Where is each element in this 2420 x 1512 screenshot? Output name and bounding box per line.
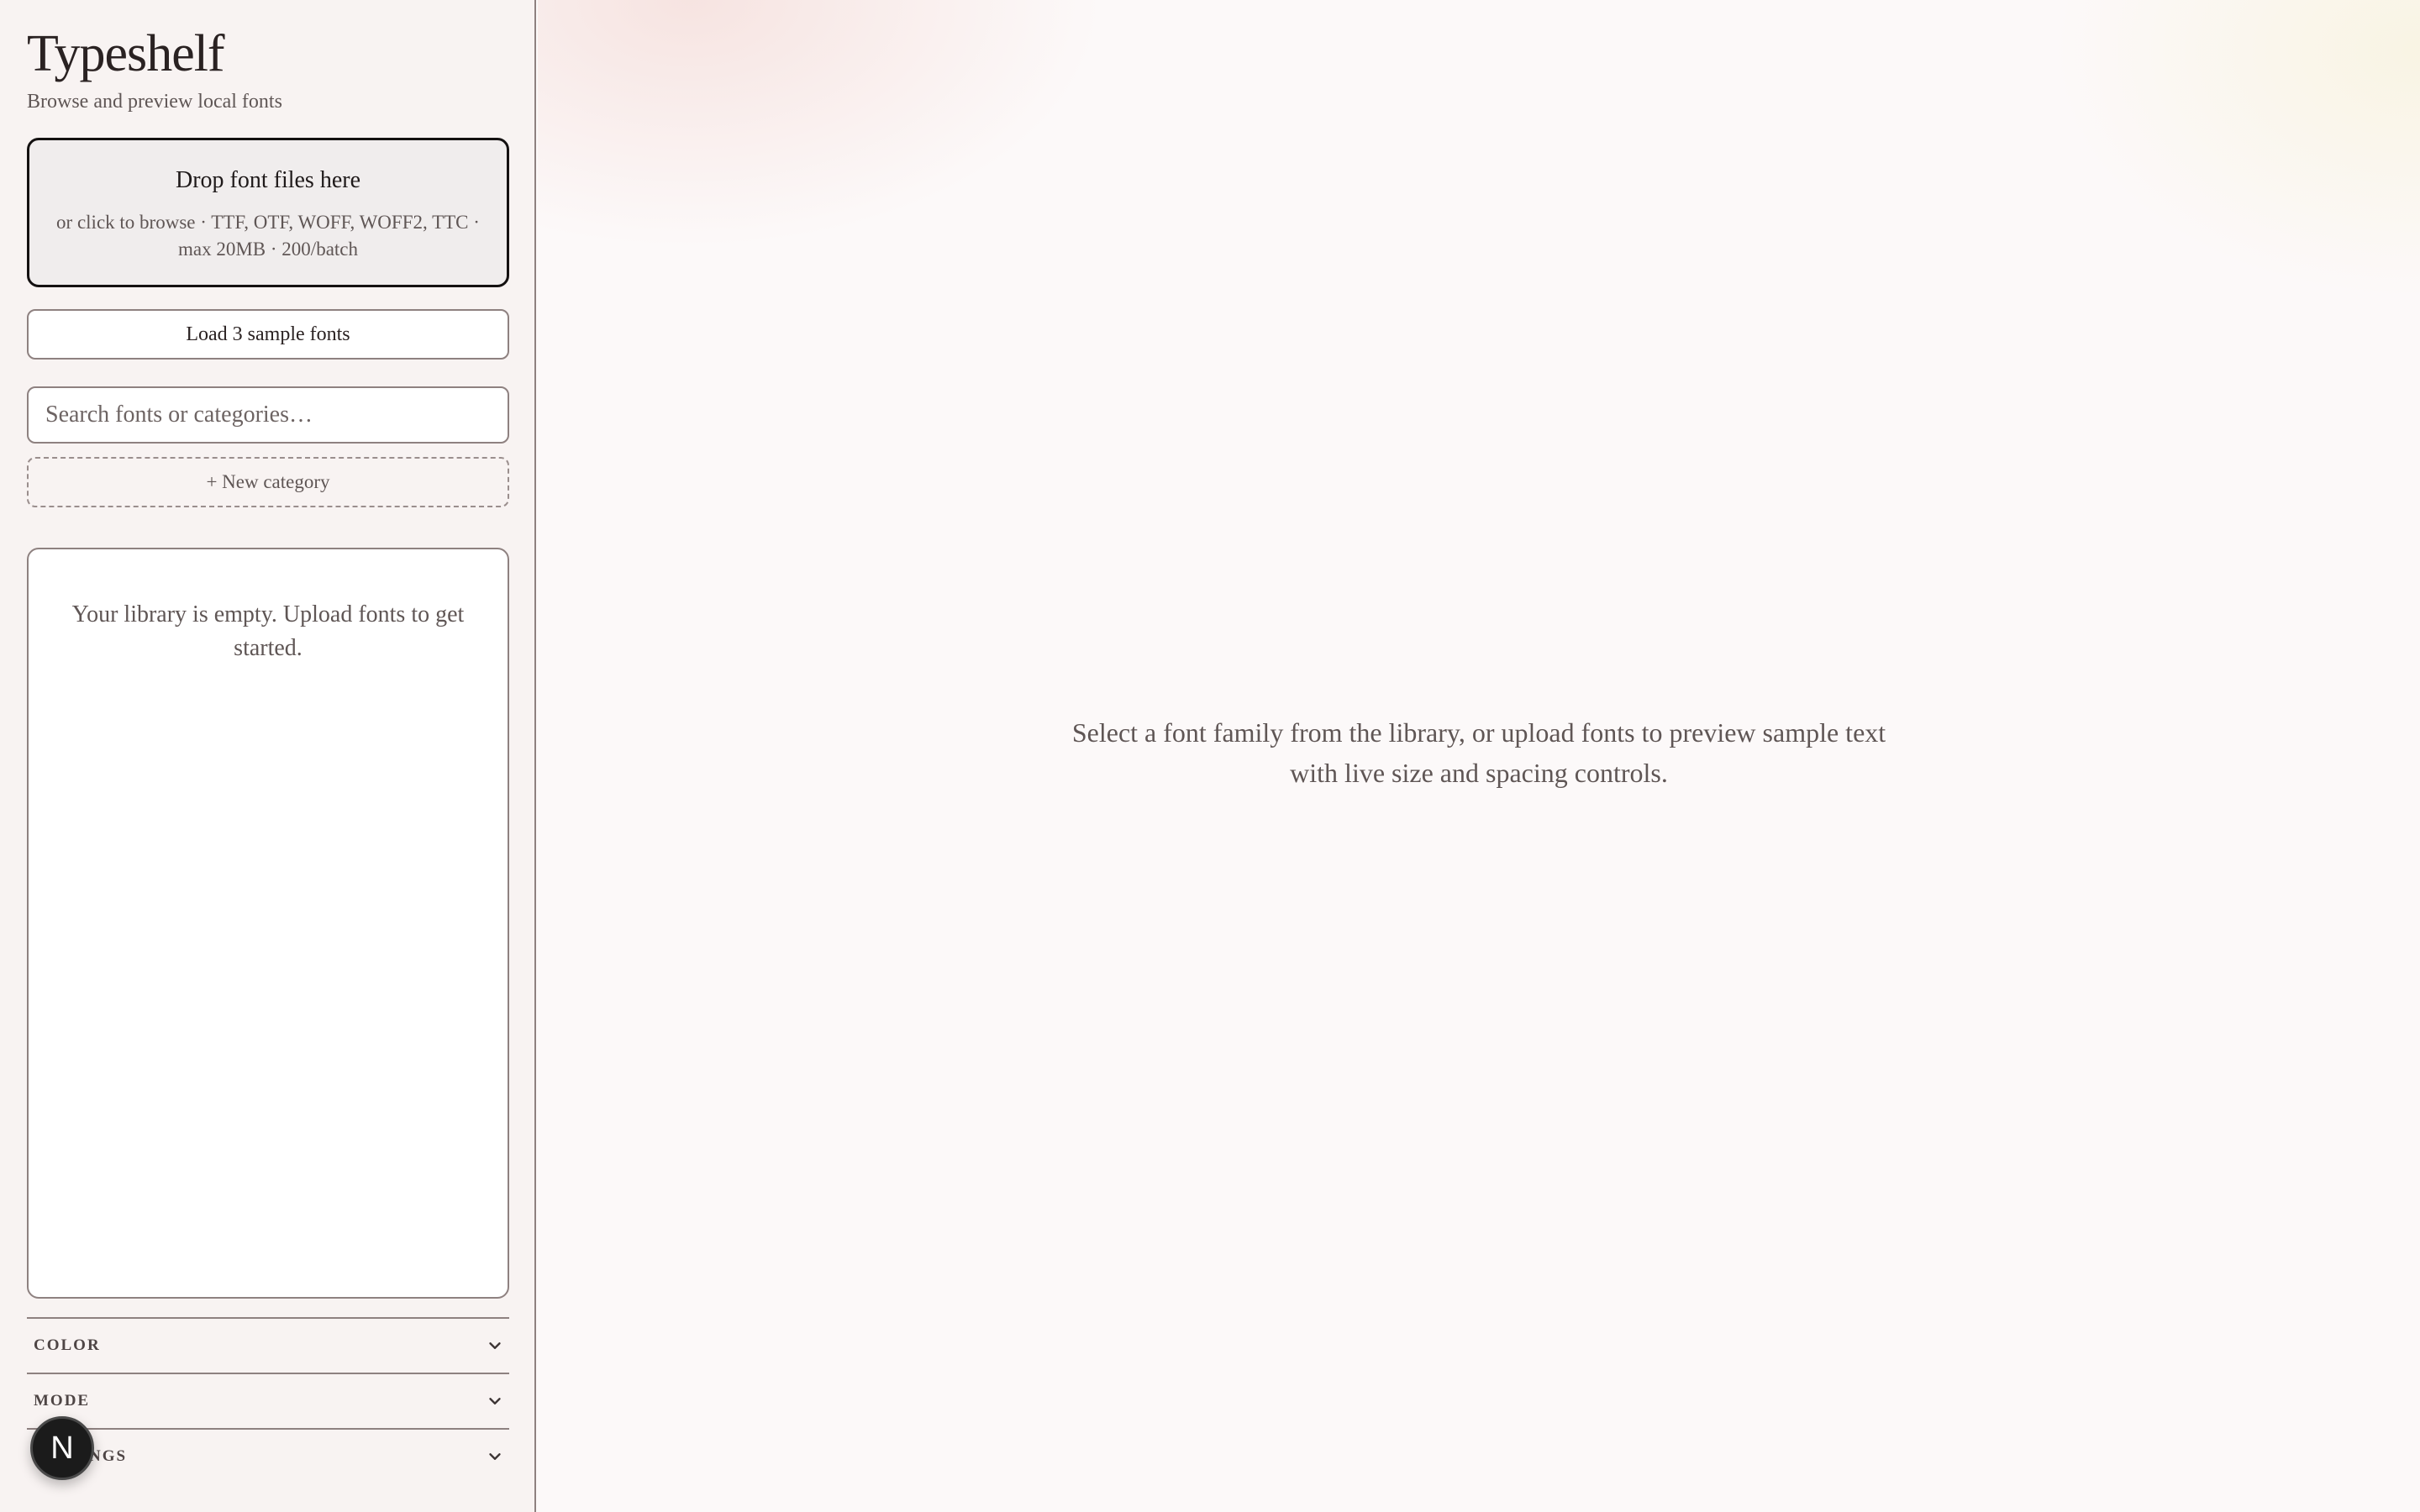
dropzone-subtitle: or click to browse · TTF, OTF, WOFF, WOF… [56,212,480,260]
preview-empty-hint: Select a font family from the library, o… [1071,717,1886,788]
search-input[interactable] [27,386,509,444]
load-sample-fonts-button[interactable]: Load 3 sample fonts [27,309,509,360]
avatar[interactable]: N [30,1416,94,1480]
sidebar: Typeshelf Browse and preview local fonts… [0,0,536,1512]
chevron-down-icon [489,1342,501,1349]
chevron-down-icon [489,1453,501,1460]
font-library-list: Your library is empty. Upload fonts to g… [27,548,509,1299]
section-color[interactable]: COLOR [27,1317,509,1373]
section-settings[interactable]: SETTINGS [27,1428,509,1483]
section-color-label: COLOR [34,1336,101,1354]
chevron-down-icon [489,1398,501,1404]
font-dropzone[interactable]: Drop font files here or click to browse … [27,138,509,287]
app-title: Typeshelf [27,25,225,82]
preview-area: Select a font family from the library, o… [538,0,2420,1512]
app-subtitle: Browse and preview local fonts [27,91,282,113]
section-mode[interactable]: MODE [27,1373,509,1428]
section-mode-label: MODE [34,1392,91,1410]
new-category-button[interactable]: + New category [27,457,509,507]
dropzone-title: Drop font files here [175,167,361,193]
library-empty-message: Your library is empty. Upload fonts to g… [71,601,465,661]
